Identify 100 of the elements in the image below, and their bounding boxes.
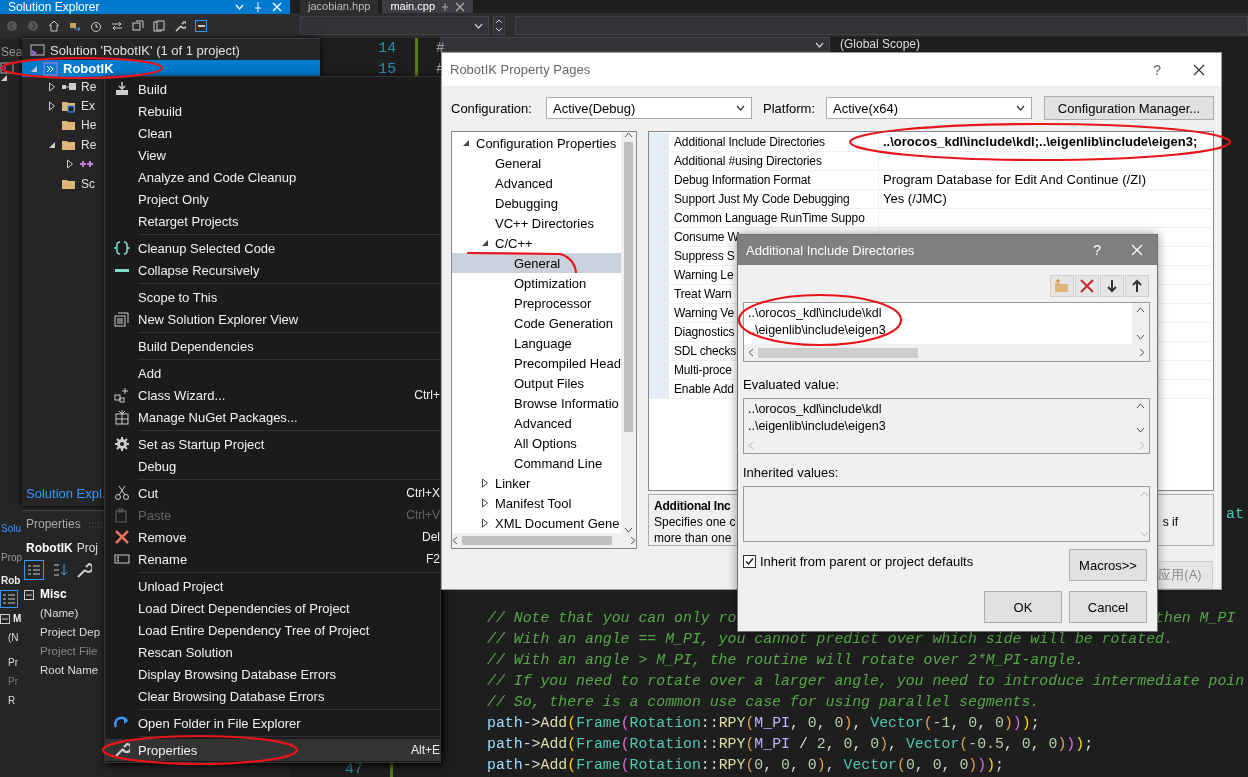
move-down-button[interactable] (1100, 275, 1124, 297)
help-button[interactable]: ? (1153, 61, 1161, 78)
menu-item[interactable]: Retarget Projects (105, 210, 440, 232)
caret-icon[interactable] (481, 518, 489, 528)
caret-icon[interactable] (1136, 403, 1145, 409)
tree-item[interactable]: Browse Informatio (452, 393, 621, 413)
tree-item[interactable]: Manifest Tool (452, 493, 621, 513)
tree-item[interactable]: He (22, 115, 104, 136)
home-icon[interactable] (48, 20, 60, 32)
menu-item[interactable]: Debug (105, 455, 440, 477)
tree-item[interactable]: General (452, 253, 621, 273)
tree-item[interactable]: Re (22, 135, 104, 155)
panel-tab[interactable]: Solu (0, 519, 21, 538)
macros-button[interactable]: Macros>> (1069, 549, 1147, 581)
collapse-icon[interactable] (132, 20, 144, 32)
scope-dropdown[interactable]: (Global Scope) (830, 37, 1248, 52)
tree-item[interactable]: XML Document Gene (452, 513, 621, 533)
scrollbar[interactable] (744, 344, 1149, 361)
tree-item[interactable]: C/C++ (452, 233, 621, 253)
caret-icon[interactable] (481, 239, 489, 247)
tree-item[interactable]: Command Line (452, 453, 621, 473)
caret-icon[interactable] (1136, 307, 1145, 313)
tree-item[interactable]: Sc (22, 173, 104, 194)
cancel-button[interactable]: Cancel (1069, 591, 1147, 623)
menu-item[interactable]: Display Browsing Database Errors (105, 663, 440, 685)
close-icon[interactable] (1193, 63, 1205, 76)
history-icon[interactable] (90, 20, 102, 32)
menu-item[interactable]: Cleanup Selected Code (105, 237, 440, 259)
caret-icon[interactable] (462, 139, 470, 147)
tree-item[interactable]: Preprocessor (452, 293, 621, 313)
menu-item[interactable]: Clean (105, 122, 440, 144)
tree-item[interactable]: Linker (452, 473, 621, 493)
swap-arrows-icon[interactable] (111, 20, 123, 32)
copy-icon[interactable] (153, 20, 165, 32)
menu-item[interactable]: Remove Del (105, 526, 440, 548)
menu-item[interactable]: Class Wizard... Ctrl+ (105, 384, 440, 406)
tree-item[interactable]: Configuration Properties (452, 133, 621, 153)
menu-item[interactable]: Set as Startup Project (105, 433, 440, 455)
scrollbar[interactable] (621, 132, 636, 533)
categorized-icon[interactable] (0, 590, 18, 608)
menu-item[interactable]: Load Entire Dependency Tree of Project (105, 619, 440, 641)
spinner-icon[interactable] (492, 16, 505, 35)
scrollbar[interactable] (1132, 303, 1149, 344)
caret-icon[interactable] (481, 498, 489, 508)
directory-entry[interactable]: ..\orocos_kdl\include\kdl (748, 305, 1128, 322)
directory-entry[interactable]: ..\eigenlib\include\eigen3 (748, 322, 1128, 339)
menu-item[interactable]: Build (105, 78, 440, 100)
tree-item[interactable]: Re (22, 77, 104, 97)
menu-item[interactable]: Scope to This (105, 286, 440, 308)
tree-item[interactable]: Output Files (452, 373, 621, 393)
wrench-icon[interactable] (174, 20, 186, 32)
help-button[interactable]: ? (1093, 242, 1101, 258)
tree-item[interactable]: Advanced (452, 173, 621, 193)
editor-tab[interactable]: jacobian.hpp (300, 0, 379, 13)
tree-item[interactable]: Precompiled Head (452, 353, 621, 373)
configuration-dropdown[interactable]: Active(Debug) (546, 97, 752, 119)
move-up-button[interactable] (1125, 275, 1149, 297)
tree-item[interactable]: Code Generation (452, 313, 621, 333)
menu-item[interactable]: Open Folder in File Explorer (105, 712, 440, 734)
delete-button[interactable] (1075, 275, 1099, 297)
tree-item[interactable]: All Options (452, 433, 621, 453)
caret-icon[interactable] (0, 74, 8, 82)
menu-item[interactable]: Rename F2 (105, 548, 440, 570)
tree-item[interactable]: Ex (22, 96, 104, 116)
caret-icon[interactable] (452, 536, 458, 545)
tree-item[interactable]: General (452, 153, 621, 173)
sync-icon[interactable] (69, 20, 81, 32)
minimize-icon[interactable] (195, 20, 207, 32)
menu-item[interactable]: Build Dependencies (105, 335, 440, 357)
tree-item[interactable]: Debugging (452, 193, 621, 213)
menu-item[interactable]: Unload Project (105, 575, 440, 597)
menu-item[interactable]: Properties Alt+E (105, 739, 440, 761)
minus-box-icon[interactable] (24, 589, 34, 600)
panel-tab[interactable]: Solution Expl. (26, 485, 106, 503)
wrench-icon[interactable] (76, 562, 92, 578)
platform-dropdown[interactable]: Active(x64) (826, 97, 1032, 119)
editor-tab[interactable]: main.cpp (382, 0, 474, 13)
menu-item[interactable]: Clear Browsing Database Errors (105, 685, 440, 707)
menu-item[interactable]: Add (105, 362, 440, 384)
menu-item[interactable]: Load Direct Dependencies of Project (105, 597, 440, 619)
menu-item[interactable]: Analyze and Code Cleanup (105, 166, 440, 188)
tree-item[interactable]: VC++ Directories (452, 213, 621, 233)
caret-icon[interactable] (748, 348, 754, 357)
tree-item[interactable]: Solution 'RobotIK' (1 of 1 project) (22, 40, 320, 60)
caret-icon[interactable] (48, 140, 56, 149)
menu-item[interactable]: Collapse Recursively (105, 259, 440, 281)
sort-icon[interactable] (52, 562, 68, 578)
menu-item[interactable]: New Solution Explorer View (105, 308, 440, 330)
menu-item[interactable]: Rebuild (105, 100, 440, 122)
caret-icon[interactable] (624, 132, 633, 138)
menu-item[interactable]: Manage NuGet Packages... (105, 406, 440, 428)
scrollbar[interactable] (452, 533, 636, 548)
checkbox[interactable] (743, 555, 756, 568)
menu-item[interactable]: Rescan Solution (105, 641, 440, 663)
menu-item[interactable]: View (105, 144, 440, 166)
dropdown-field[interactable] (300, 16, 489, 35)
ok-button[interactable]: OK (984, 591, 1062, 623)
tree-item[interactable]: Optimization (452, 273, 621, 293)
caret-icon[interactable] (481, 478, 489, 488)
menu-item[interactable]: Project Only (105, 188, 440, 210)
